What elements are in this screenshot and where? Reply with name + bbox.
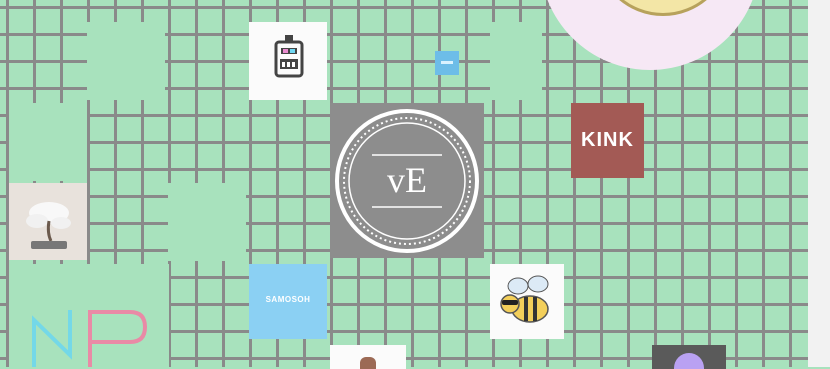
kink-logo-text: KINK	[581, 129, 634, 151]
empty-plot[interactable]	[87, 22, 165, 100]
empty-plot[interactable]	[168, 183, 246, 261]
creature-icon	[360, 357, 376, 369]
empty-plot[interactable]	[490, 22, 542, 100]
empty-plot[interactable]	[9, 103, 87, 181]
samosoh-logo-text: SAMOSOH	[265, 295, 311, 304]
robot-tile[interactable]	[249, 22, 327, 100]
bee-tile[interactable]	[490, 264, 564, 339]
bee-icon	[500, 275, 549, 323]
robot-icon	[274, 35, 304, 78]
neon-logo-icon	[32, 310, 148, 367]
dash-icon	[441, 61, 453, 64]
monogram-tile[interactable]: vE	[330, 103, 484, 258]
samosoh-tile[interactable]: SAMOSOH	[249, 264, 327, 339]
kink-tile[interactable]: KINK	[571, 103, 644, 178]
partial-tile[interactable]	[652, 345, 726, 369]
monogram-text: vE	[387, 160, 427, 200]
scrollbar-track[interactable]	[808, 0, 830, 367]
bonsai-tile[interactable]	[9, 183, 87, 260]
partial-tile[interactable]	[330, 345, 406, 369]
small-blue-tile[interactable]	[435, 51, 459, 75]
bonsai-icon	[26, 202, 71, 249]
